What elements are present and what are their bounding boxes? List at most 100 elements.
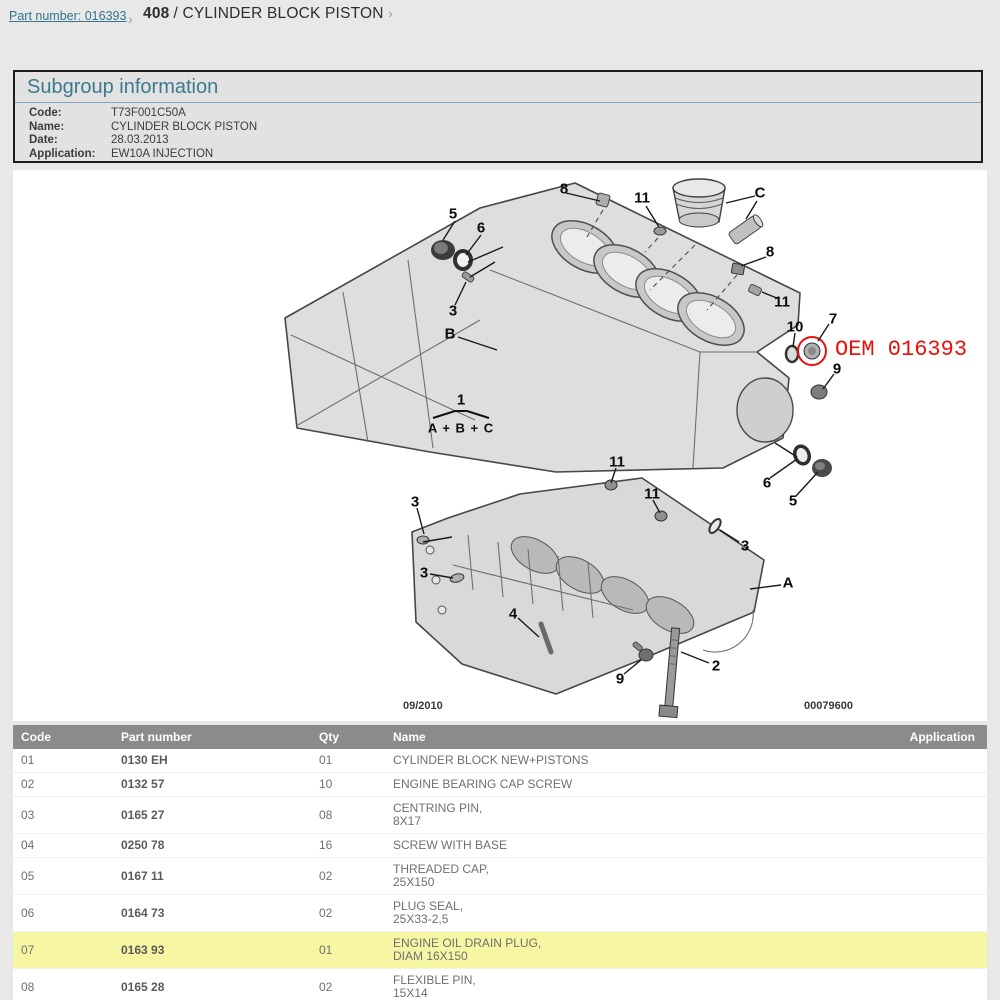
cell-code: 06 (13, 895, 113, 932)
callout-9: 9 (833, 361, 841, 378)
field-label: Code: (29, 107, 111, 121)
cell-qty: 16 (311, 834, 385, 858)
header-name: Name (385, 725, 863, 749)
cell-app (863, 797, 987, 834)
cell-qty: 10 (311, 773, 385, 797)
field-label: Date: (29, 134, 111, 148)
callout-10: 10 (787, 319, 804, 336)
legend-group-number: 1 (457, 392, 465, 409)
table-row[interactable]: 030165 2708CENTRING PIN,8X17 (13, 797, 987, 834)
subgroup-title: / CYLINDER BLOCK PISTON (173, 5, 383, 22)
cell-pn: 0163 93 (113, 932, 311, 969)
table-row[interactable]: 020132 5710ENGINE BEARING CAP SCREW (13, 773, 987, 797)
callout-11: 11 (774, 294, 790, 311)
breadcrumb-separator-icon: › (128, 11, 133, 27)
engine-diagram-drawing (13, 170, 987, 721)
subgroup-fields: Code:T73F001C50A Name:CYLINDER BLOCK PIS… (29, 107, 257, 161)
parts-table: Code Part number Qty Name Application 01… (13, 725, 987, 1000)
cell-name: SCREW WITH BASE (385, 834, 863, 858)
header-application: Application (863, 725, 987, 749)
callout-5: 5 (789, 493, 797, 510)
table-header-row: Code Part number Qty Name Application (13, 725, 987, 749)
drain-plug-part-7 (804, 343, 820, 359)
cell-app (863, 932, 987, 969)
field-value: T73F001C50A (111, 107, 257, 121)
cylinder-block-upper (285, 183, 800, 472)
field-label: Application: (29, 148, 111, 162)
part-number-link[interactable]: Part number: 016393 (9, 9, 126, 23)
cell-code: 04 (13, 834, 113, 858)
diagram-date-stamp: 09/2010 (403, 700, 443, 712)
subgroup-number: 408 (143, 5, 169, 22)
callout-3: 3 (420, 565, 428, 582)
header-qty: Qty (311, 725, 385, 749)
cell-qty: 08 (311, 797, 385, 834)
seal-part-10 (786, 346, 798, 362)
callout-8: 8 (560, 181, 568, 198)
seal-part-6-left (455, 251, 471, 269)
cell-name: THREADED CAP,25X150 (385, 858, 863, 895)
seal-part-6-right (792, 444, 811, 466)
cell-app (863, 969, 987, 1000)
exploded-diagram: 811C563B8111079331111365A492 1 A + B + C… (13, 170, 987, 721)
cell-app (863, 834, 987, 858)
diagram-reference-stamp: 00079600 (804, 700, 853, 712)
cell-qty: 02 (311, 969, 385, 1000)
callout-6: 6 (477, 220, 485, 237)
cell-app (863, 895, 987, 932)
table-row[interactable]: 050167 1102THREADED CAP,25X150 (13, 858, 987, 895)
callout-6: 6 (763, 475, 771, 492)
callout-8: 8 (766, 244, 774, 261)
cell-name: ENGINE OIL DRAIN PLUG,DIAM 16X150 (385, 932, 863, 969)
legend-group-formula: A + B + C (428, 421, 494, 436)
parts-table-body: 010130 EH01CYLINDER BLOCK NEW+PISTONS020… (13, 749, 987, 1000)
cell-pn: 0167 11 (113, 858, 311, 895)
table-row[interactable]: 070163 9301ENGINE OIL DRAIN PLUG,DIAM 16… (13, 932, 987, 969)
header-code: Code (13, 725, 113, 749)
page-title: 408/ CYLINDER BLOCK PISTON › (143, 5, 393, 23)
plug-part-11-low2 (655, 511, 667, 521)
cell-code: 01 (13, 749, 113, 773)
washer-part-11-top (654, 227, 666, 235)
field-value: EW10A INJECTION (111, 148, 257, 162)
callout-3: 3 (449, 303, 457, 320)
callout-C: C (755, 185, 766, 202)
washer-part-3-low1 (417, 536, 429, 544)
cell-qty: 01 (311, 749, 385, 773)
table-row[interactable]: 060164 7302PLUG SEAL,25X33-2,5 (13, 895, 987, 932)
subgroup-information-panel: Subgroup information Code:T73F001C50A Na… (13, 70, 983, 163)
cell-app (863, 773, 987, 797)
callout-7: 7 (829, 311, 837, 328)
cell-pn: 0130 EH (113, 749, 311, 773)
cell-code: 07 (13, 932, 113, 969)
callout-5: 5 (449, 206, 457, 223)
table-row[interactable]: 010130 EH01CYLINDER BLOCK NEW+PISTONS (13, 749, 987, 773)
cell-pn: 0164 73 (113, 895, 311, 932)
callout-2: 2 (712, 658, 720, 675)
cell-app (863, 858, 987, 895)
cell-code: 05 (13, 858, 113, 895)
parts-table-panel: Code Part number Qty Name Application 01… (13, 725, 987, 1000)
cell-code: 02 (13, 773, 113, 797)
callout-A: A (783, 575, 794, 592)
cell-name: FLEXIBLE PIN,15X14 (385, 969, 863, 1000)
cell-pn: 0132 57 (113, 773, 311, 797)
subgroup-heading: Subgroup information (15, 72, 981, 103)
callout-B: B (445, 326, 456, 343)
table-row[interactable]: 040250 7816SCREW WITH BASE (13, 834, 987, 858)
callout-9: 9 (616, 671, 624, 688)
callout-11: 11 (634, 190, 650, 207)
cell-qty: 02 (311, 858, 385, 895)
callout-3: 3 (411, 494, 419, 511)
field-label: Name: (29, 121, 111, 135)
table-row[interactable]: 080165 2802FLEXIBLE PIN,15X14 (13, 969, 987, 1000)
cell-name: CYLINDER BLOCK NEW+PISTONS (385, 749, 863, 773)
cell-app (863, 749, 987, 773)
cell-name: ENGINE BEARING CAP SCREW (385, 773, 863, 797)
callout-4: 4 (509, 606, 517, 623)
cell-pn: 0165 28 (113, 969, 311, 1000)
breadcrumb: Part number: 016393 › 408/ CYLINDER BLOC… (0, 0, 1000, 34)
cell-name: PLUG SEAL,25X33-2,5 (385, 895, 863, 932)
cell-qty: 02 (311, 895, 385, 932)
field-value: 28.03.2013 (111, 134, 257, 148)
